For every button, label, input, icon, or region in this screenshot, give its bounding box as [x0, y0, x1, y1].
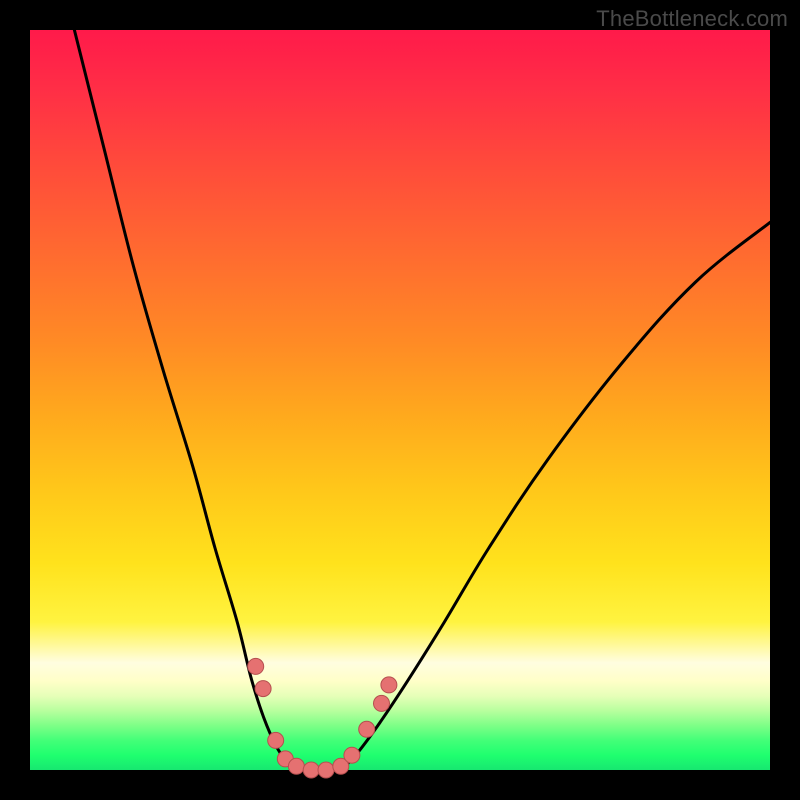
- chart-marker: [268, 732, 284, 748]
- attribution-text: TheBottleneck.com: [596, 6, 788, 32]
- chart-marker: [374, 695, 390, 711]
- chart-marker: [288, 758, 304, 774]
- chart-markers: [248, 658, 397, 778]
- chart-marker: [318, 762, 334, 778]
- chart-marker: [381, 677, 397, 693]
- chart-frame: TheBottleneck.com: [0, 0, 800, 800]
- chart-marker: [344, 747, 360, 763]
- series-left-branch: [74, 30, 296, 770]
- chart-series-group: [74, 30, 770, 770]
- chart-marker: [248, 658, 264, 674]
- chart-marker: [303, 762, 319, 778]
- series-right-branch: [341, 222, 770, 770]
- chart-svg: [30, 30, 770, 770]
- chart-plot-area: [30, 30, 770, 770]
- chart-marker: [359, 721, 375, 737]
- chart-marker: [255, 681, 271, 697]
